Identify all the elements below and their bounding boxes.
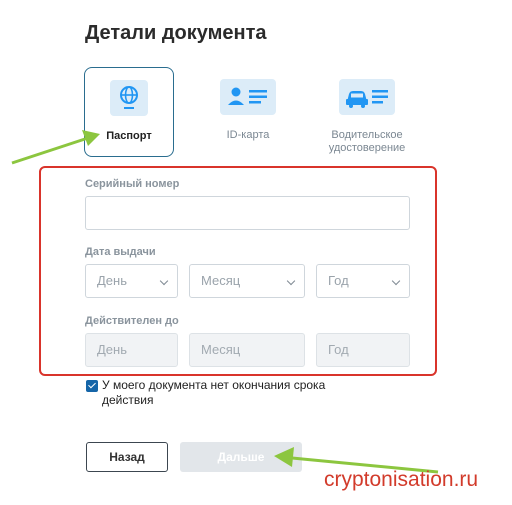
issue-day-value: День [97,273,127,288]
issue-month-select[interactable]: Месяц [189,264,305,298]
doc-type-id-card[interactable]: ID-карта [203,67,293,157]
issue-month-value: Месяц [201,273,241,288]
serial-number-input[interactable] [85,196,410,230]
back-button[interactable]: Назад [86,442,168,472]
doc-type-label: Паспорт [106,130,152,142]
valid-day-select: День [85,333,178,367]
no-expiry-label[interactable]: У моего документа нет окончания срока де… [102,378,362,408]
valid-month-select: Месяц [189,333,305,367]
doc-type-label: ID-карта [226,129,270,141]
issue-year-select[interactable]: Год [316,264,410,298]
page-title: Детали документа [85,22,267,44]
doc-type-driver-license[interactable]: Водительское удостоверение [320,67,414,157]
watermark: cryptonisation.ru [324,468,479,491]
id-card-icon [220,79,276,115]
next-button[interactable]: Дальше [180,442,302,472]
doc-type-passport[interactable]: Паспорт [84,67,174,157]
car-icon [339,79,395,115]
valid-until-label: Действителен до [85,315,179,327]
doc-type-label: Водительское удостоверение [328,129,406,154]
chevron-down-icon [391,276,401,286]
valid-year-select: Год [316,333,410,367]
globe-icon [110,80,148,116]
no-expiry-checkbox[interactable] [86,380,98,392]
chevron-down-icon [159,276,169,286]
chevron-down-icon [286,276,296,286]
issue-year-value: Год [328,273,349,288]
issue-date-label: Дата выдачи [85,246,156,258]
issue-day-select[interactable]: День [85,264,178,298]
serial-number-label: Серийный номер [85,178,180,190]
